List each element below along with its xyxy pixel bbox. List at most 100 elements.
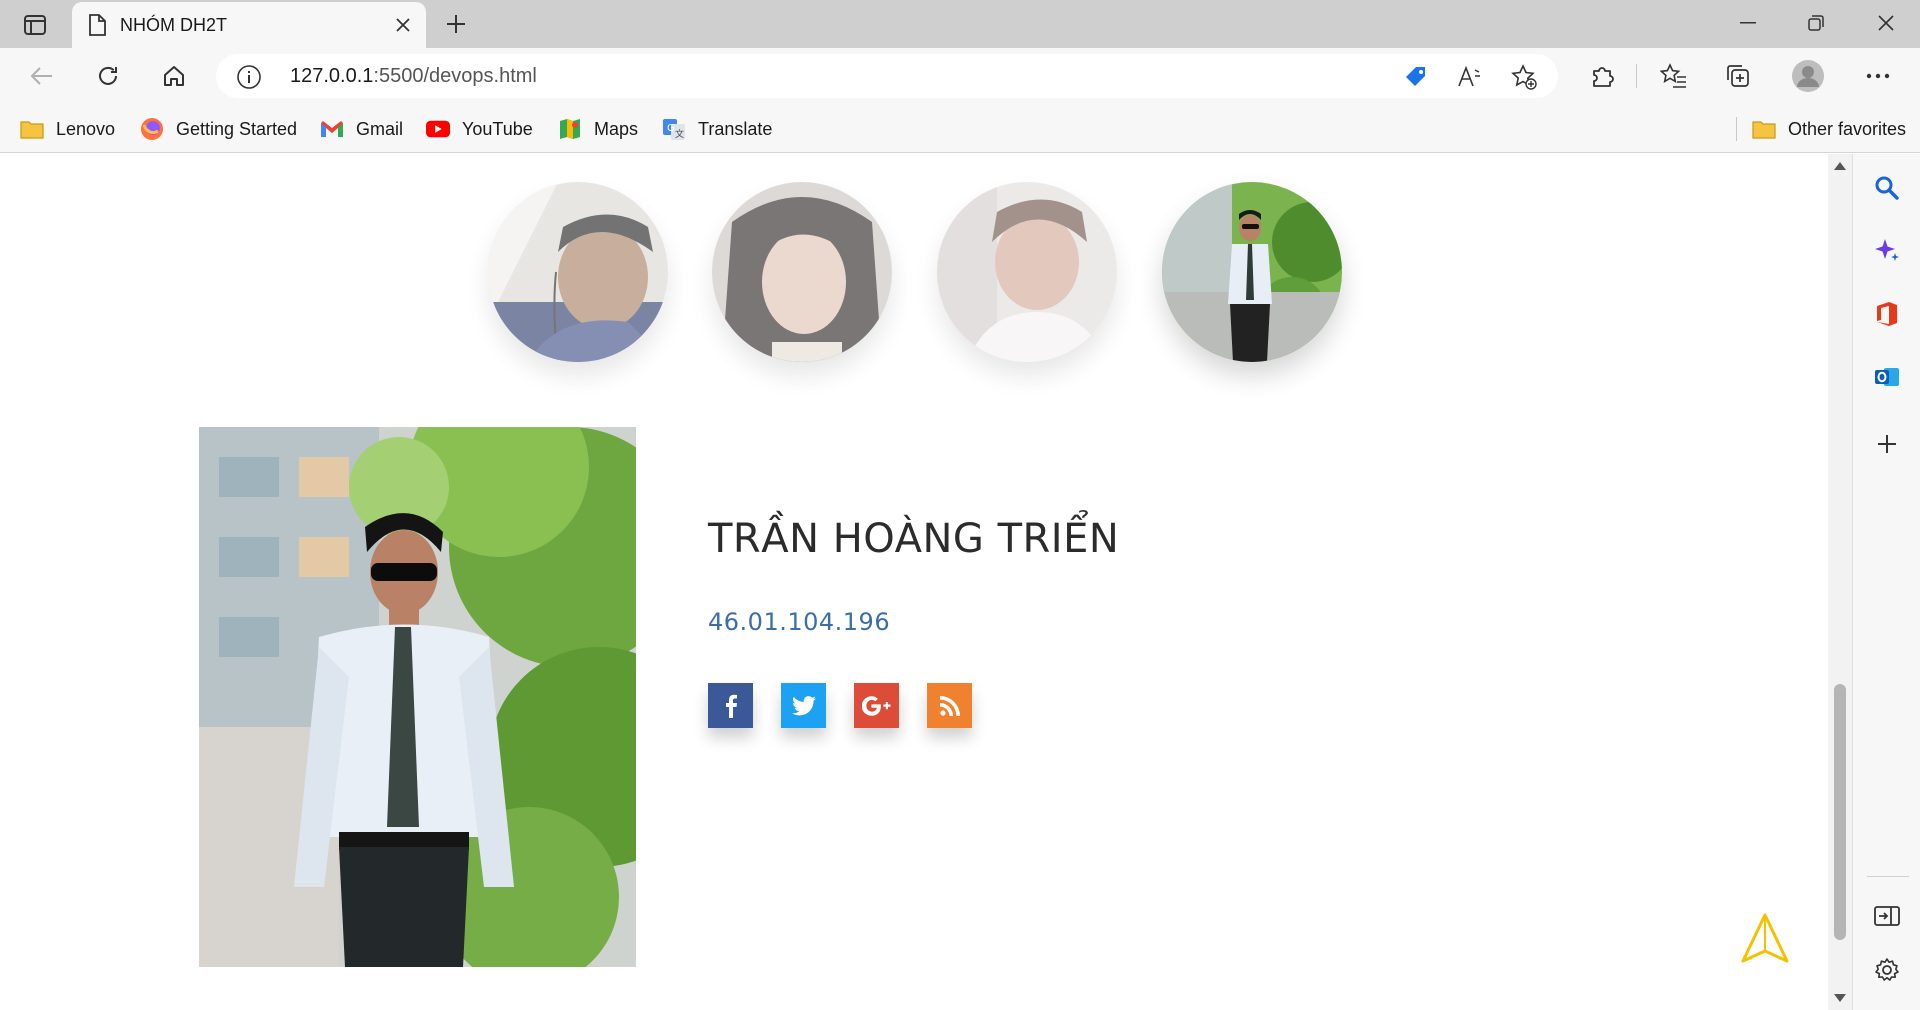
minimize-button[interactable] (1714, 0, 1782, 46)
favorite-label: Gmail (356, 118, 404, 139)
favorite-getting-started[interactable]: Getting Started (140, 115, 297, 143)
youtube-icon (426, 117, 450, 141)
member-avatar-1[interactable] (488, 182, 668, 362)
search-icon (1875, 176, 1899, 200)
favorites-icon (1660, 63, 1686, 88)
scroll-down-arrow-icon[interactable] (1834, 994, 1846, 1002)
member-name: TRẦN HOÀNG TRIỂN (708, 516, 1120, 562)
svg-text:文: 文 (675, 128, 684, 140)
google-plus-button[interactable] (854, 683, 899, 728)
url-path: :5500/devops.html (373, 65, 537, 87)
firefox-icon (140, 117, 164, 141)
hide-sidebar-button[interactable] (1867, 896, 1907, 936)
url-text: 127.0.0.1:5500/devops.html (290, 65, 537, 88)
folder-icon (20, 117, 44, 141)
collections-icon (1727, 65, 1749, 87)
url-host: 127.0.0.1 (290, 65, 374, 87)
coupon-button[interactable] (1402, 63, 1430, 91)
home-button[interactable] (154, 56, 194, 96)
back-to-top-button[interactable] (1737, 911, 1793, 967)
person-photo-icon (199, 427, 636, 967)
navigation-arrow-icon (1741, 913, 1789, 963)
plus-icon (1878, 435, 1896, 453)
browser-toolbar: 127.0.0.1:5500/devops.html (0, 48, 1920, 105)
restore-button[interactable] (1782, 0, 1850, 46)
sidebar-settings-button[interactable] (1867, 950, 1907, 990)
tab-close-button[interactable] (388, 10, 418, 40)
sidebar-outlook-button[interactable] (1867, 357, 1907, 397)
facebook-button[interactable] (708, 683, 753, 728)
favorite-label: Translate (698, 118, 773, 139)
favorite-maps[interactable]: Maps (558, 115, 638, 143)
restore-icon (1808, 15, 1824, 31)
new-tab-button[interactable] (438, 8, 474, 40)
twitter-icon (791, 695, 816, 715)
refresh-icon (99, 66, 117, 85)
profile-button[interactable] (1788, 56, 1828, 96)
sidebar-separator (1867, 876, 1909, 877)
sparkle-icon (1875, 239, 1899, 261)
settings-more-button[interactable] (1858, 56, 1898, 96)
sidebar-copilot-button[interactable] (1867, 230, 1907, 270)
add-favorite-button[interactable] (1510, 63, 1538, 91)
avatar-icon (1792, 60, 1824, 92)
favorites-bar: Lenovo Getting Started Gmail YouTube Map… (0, 105, 1920, 153)
scrollbar-thumb[interactable] (1834, 684, 1846, 940)
edge-sidebar (1852, 154, 1920, 1010)
facebook-icon (725, 694, 737, 718)
member-student-id: 46.01.104.196 (708, 608, 891, 636)
svg-text:G: G (667, 123, 675, 134)
close-window-button[interactable] (1852, 0, 1920, 46)
other-favorites[interactable]: Other favorites (1752, 115, 1906, 143)
favorites-button[interactable] (1654, 56, 1694, 96)
toolbar-separator (1636, 64, 1637, 88)
home-icon (164, 66, 184, 86)
browser-tab[interactable]: NHÓM DH2T (72, 2, 426, 48)
sidebar-search-button[interactable] (1867, 168, 1907, 208)
favorite-youtube[interactable]: YouTube (426, 115, 533, 143)
member-avatar-3[interactable] (937, 182, 1117, 362)
tab-title: NHÓM DH2T (120, 14, 227, 35)
rss-icon (939, 695, 960, 716)
address-bar[interactable]: 127.0.0.1:5500/devops.html (216, 54, 1558, 98)
extensions-button[interactable] (1582, 56, 1622, 96)
favorite-label: Lenovo (56, 118, 116, 139)
translate-icon: G文 (662, 117, 686, 141)
maps-icon (558, 117, 582, 141)
back-button[interactable] (22, 56, 62, 96)
rss-button[interactable] (927, 683, 972, 728)
scroll-up-arrow-icon[interactable] (1834, 162, 1846, 170)
info-icon[interactable] (236, 64, 262, 90)
office-icon (1877, 302, 1897, 326)
person-photo-icon (937, 182, 1117, 362)
favorite-lenovo[interactable]: Lenovo (20, 115, 115, 143)
favorite-translate[interactable]: G文 Translate (662, 115, 772, 143)
sidebar-office-button[interactable] (1867, 294, 1907, 334)
favorites-separator (1736, 117, 1737, 141)
twitter-button[interactable] (781, 683, 826, 728)
person-photo-icon (488, 182, 668, 362)
gmail-icon (320, 117, 344, 141)
collections-button[interactable] (1718, 56, 1758, 96)
arrow-left-icon (30, 67, 52, 85)
member-avatar-4[interactable] (1162, 182, 1342, 362)
page-scrollbar[interactable] (1828, 154, 1852, 1010)
member-profile-photo (199, 427, 636, 967)
person-photo-icon (712, 182, 892, 362)
tab-actions-icon (24, 15, 46, 35)
refresh-button[interactable] (88, 56, 128, 96)
more-icon (1866, 73, 1890, 79)
favorite-gmail[interactable]: Gmail (320, 115, 403, 143)
puzzle-icon (1593, 67, 1614, 87)
favorite-label: YouTube (462, 118, 533, 139)
favorite-label: Getting Started (176, 118, 298, 139)
member-avatar-2[interactable] (712, 182, 892, 362)
gear-icon (1875, 958, 1899, 981)
close-icon (396, 18, 410, 32)
plus-icon (447, 15, 465, 33)
tag-icon (1406, 67, 1425, 86)
tab-actions-button[interactable] (16, 10, 54, 40)
read-aloud-icon (1458, 65, 1480, 87)
sidebar-add-button[interactable] (1867, 424, 1907, 464)
read-aloud-button[interactable] (1456, 63, 1484, 91)
